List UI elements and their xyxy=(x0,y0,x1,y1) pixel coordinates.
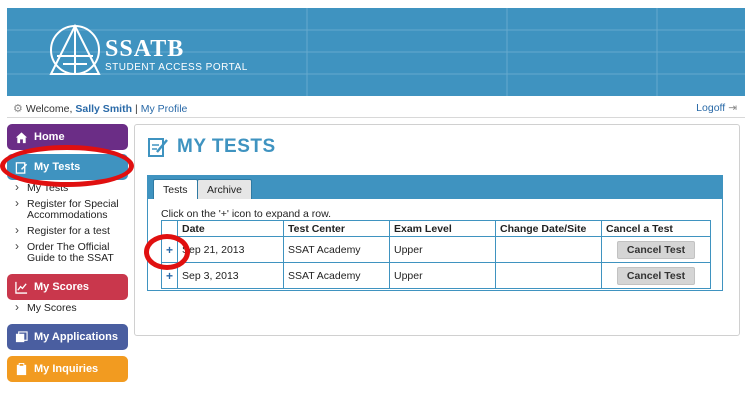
cancel-test-button[interactable]: Cancel Test xyxy=(616,240,696,259)
header-banner: SSATB STUDENT ACCESS PORTAL xyxy=(7,8,745,96)
cell-change-date-site xyxy=(495,262,602,289)
cell-change-date-site xyxy=(495,236,602,263)
nav-home-button[interactable]: Home xyxy=(7,124,128,150)
tab-tests[interactable]: Tests xyxy=(153,179,198,199)
page-title: MY TESTS xyxy=(147,136,276,158)
main-panel: MY TESTS Tests Archive Click on the '+' … xyxy=(134,124,740,336)
chart-icon xyxy=(15,281,28,294)
column-header-test-center: Test Center xyxy=(283,220,390,237)
submenu-my-scores[interactable]: My Scores xyxy=(15,302,128,314)
tabs-container: Tests Archive Click on the '+' icon to e… xyxy=(147,175,723,291)
nav-my-tests-button[interactable]: My Tests xyxy=(7,154,128,180)
pencil-note-icon xyxy=(15,161,28,174)
submenu-my-tests[interactable]: My Tests xyxy=(15,182,128,194)
submenu-register-test[interactable]: Register for a test xyxy=(15,225,128,237)
nav-my-inquiries-button[interactable]: My Inquiries xyxy=(7,356,128,382)
expand-row-button[interactable]: + xyxy=(161,262,178,289)
cancel-test-button[interactable]: Cancel Test xyxy=(616,266,696,285)
my-profile-link[interactable]: My Profile xyxy=(141,103,188,115)
expand-row-button[interactable]: + xyxy=(161,236,178,263)
nav-my-tests-label: My Tests xyxy=(34,161,81,173)
clipboard-icon xyxy=(16,362,27,375)
cell-test-center: SSAT Academy xyxy=(283,262,390,289)
table-row: + Sep 3, 2013 SSAT Academy Upper Cancel … xyxy=(161,262,711,289)
house-icon xyxy=(15,131,28,143)
cell-exam-level: Upper xyxy=(389,262,496,289)
cell-exam-level: Upper xyxy=(389,236,496,263)
brand-name: SSATB xyxy=(105,36,185,62)
logout-icon: ⇥ xyxy=(728,102,737,114)
tabs-bar: Tests Archive xyxy=(148,175,722,199)
tab-archive[interactable]: Archive xyxy=(197,179,253,199)
nav-my-applications-button[interactable]: My Applications xyxy=(7,324,128,350)
table-header-row: Date Test Center Exam Level Change Date/… xyxy=(161,220,711,237)
column-header-cancel-test: Cancel a Test xyxy=(601,220,711,237)
nav-my-applications-label: My Applications xyxy=(34,331,118,343)
pencil-note-icon xyxy=(148,138,168,157)
gear-icon: ⚙ xyxy=(13,103,23,115)
submenu-order-guide[interactable]: Order The Official Guide to the SSAT xyxy=(15,241,128,264)
table-row: + Sep 21, 2013 SSAT Academy Upper Cancel… xyxy=(161,236,711,263)
scores-submenu: My Scores xyxy=(7,300,128,314)
logoff-label: Logoff xyxy=(696,102,726,114)
nav-my-scores-label: My Scores xyxy=(34,281,90,293)
column-header-expand xyxy=(161,220,178,237)
cell-date: Sep 21, 2013 xyxy=(177,236,284,263)
brand[interactable]: SSATB STUDENT ACCESS PORTAL xyxy=(105,36,248,73)
ssatb-logo-icon xyxy=(49,23,101,75)
expand-hint: Click on the '+' icon to expand a row. xyxy=(161,208,332,220)
nav-my-inquiries-label: My Inquiries xyxy=(34,363,99,375)
tests-submenu: My Tests Register for Special Accommodat… xyxy=(7,180,128,264)
tests-table: Date Test Center Exam Level Change Date/… xyxy=(161,220,711,289)
sidebar: Home My Tests My Tests Register for Spec… xyxy=(7,124,128,382)
column-header-exam-level: Exam Level xyxy=(389,220,496,237)
submenu-special-accommodations[interactable]: Register for Special Accommodations xyxy=(15,198,128,221)
cell-date: Sep 3, 2013 xyxy=(177,262,284,289)
brand-subtitle: STUDENT ACCESS PORTAL xyxy=(105,62,248,73)
welcome-bar: ⚙ Welcome, Sally Smith | My Profile Logo… xyxy=(7,100,745,118)
nav-my-scores-button[interactable]: My Scores xyxy=(7,274,128,300)
welcome-separator: | xyxy=(134,102,138,115)
stack-icon xyxy=(15,330,28,342)
cell-test-center: SSAT Academy xyxy=(283,236,390,263)
column-header-date: Date xyxy=(177,220,284,237)
nav-home-label: Home xyxy=(34,131,65,143)
welcome-user-name: Sally Smith xyxy=(75,102,132,115)
column-header-change-date-site: Change Date/Site xyxy=(495,220,602,237)
welcome-prefix: Welcome, xyxy=(25,102,73,115)
cell-cancel: Cancel Test xyxy=(601,236,711,263)
logoff-link[interactable]: Logoff ⇥ xyxy=(696,102,737,114)
page-title-text: MY TESTS xyxy=(177,136,276,157)
cell-cancel: Cancel Test xyxy=(601,262,711,289)
